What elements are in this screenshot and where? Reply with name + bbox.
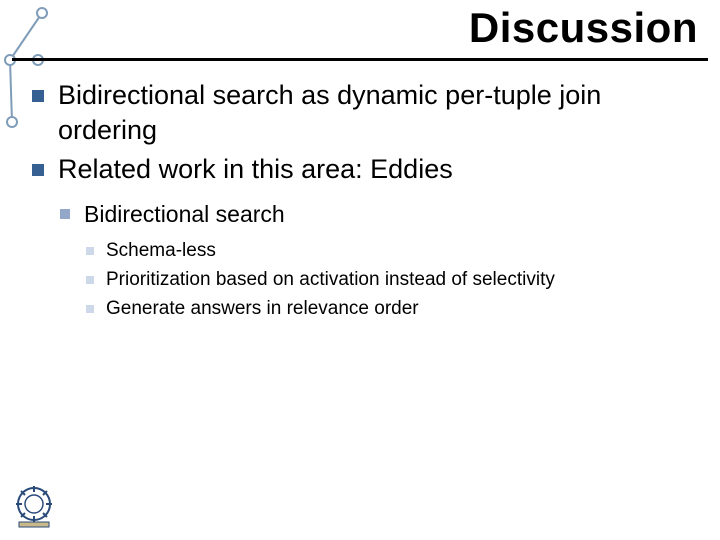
bullet-text: Related work in this area: Eddies	[58, 154, 453, 184]
bullet-lvl1: Related work in this area: Eddies Bidire…	[30, 152, 696, 321]
bullet-text: Bidirectional search	[84, 201, 285, 227]
slide-body: Bidirectional search as dynamic per-tupl…	[30, 78, 696, 327]
bullet-lvl2: Bidirectional search Schema-less Priorit…	[58, 199, 696, 321]
bullet-lvl3: Schema-less	[84, 238, 696, 264]
bullet-lvl3: Prioritization based on activation inste…	[84, 267, 696, 293]
bullet-lvl3: Generate answers in relevance order	[84, 296, 696, 322]
institution-logo	[14, 484, 54, 528]
title-underline	[12, 58, 708, 61]
slide-title: Discussion	[469, 4, 698, 52]
bullet-lvl1: Bidirectional search as dynamic per-tupl…	[30, 78, 696, 148]
